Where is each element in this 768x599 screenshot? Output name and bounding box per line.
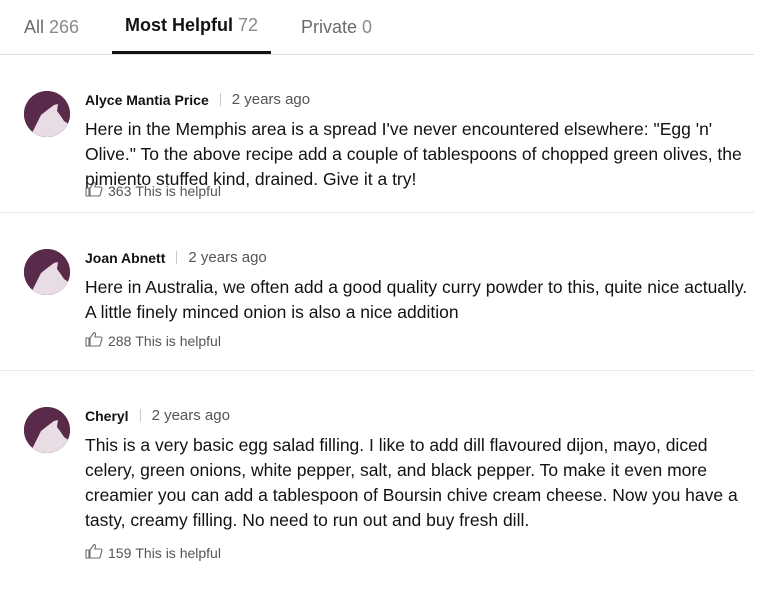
tab-all[interactable]: All 266	[24, 0, 79, 54]
meta-divider	[219, 93, 221, 106]
tab-most-helpful-count: 72	[238, 15, 259, 35]
comment-item: Joan Abnett 2 years ago Here in Australi…	[0, 213, 754, 371]
tab-all-count: 266	[49, 16, 80, 37]
comment-meta: Alyce Mantia Price 2 years ago	[85, 91, 310, 108]
comment-time: 2 years ago	[151, 407, 230, 424]
comment-author[interactable]: Joan Abnett	[85, 250, 165, 266]
helpful-count: 159	[108, 544, 132, 561]
helpful-count: 363	[108, 182, 132, 199]
comment-tabs: All 266 Most Helpful 72 Private 0	[0, 0, 754, 55]
comment-time: 2 years ago	[231, 91, 311, 108]
helpful-button[interactable]: 288 This is helpful	[85, 331, 221, 350]
thumbs-up-icon	[85, 181, 108, 200]
helpful-label: This is helpful	[135, 544, 221, 561]
helpful-count: 288	[108, 332, 132, 349]
comment-item: Cheryl 2 years ago This is a very basic …	[0, 371, 754, 596]
comment-body: Here in Australia, we often add a good q…	[85, 277, 748, 322]
comment-meta: Cheryl 2 years ago	[85, 407, 230, 424]
tab-private[interactable]: Private 0	[301, 0, 372, 54]
comment-author[interactable]: Cheryl	[85, 408, 129, 424]
user-avatar-icon[interactable]	[24, 91, 70, 137]
comment-author[interactable]: Alyce Mantia Price	[85, 92, 209, 108]
comment-body: This is a very basic egg salad filling. …	[85, 435, 738, 530]
user-avatar-icon[interactable]	[24, 407, 70, 453]
meta-divider	[139, 409, 141, 422]
thumbs-up-icon	[85, 331, 108, 350]
tab-most-helpful-label: Most Helpful	[125, 15, 233, 35]
tab-private-count: 0	[362, 16, 373, 37]
comment-item: Alyce Mantia Price 2 years ago Here in t…	[0, 55, 754, 213]
tab-most-helpful[interactable]: Most Helpful 72	[112, 0, 272, 54]
helpful-button[interactable]: 159 This is helpful	[85, 543, 221, 562]
helpful-label: This is helpful	[135, 182, 221, 199]
thumbs-up-icon	[85, 543, 108, 562]
helpful-button[interactable]: 363 This is helpful	[85, 181, 221, 200]
helpful-label: This is helpful	[135, 332, 221, 349]
meta-divider	[176, 251, 178, 264]
comment-time: 2 years ago	[188, 249, 267, 266]
comment-list: Alyce Mantia Price 2 years ago Here in t…	[0, 55, 768, 596]
comment-meta: Joan Abnett 2 years ago	[85, 249, 267, 266]
tab-private-label: Private	[301, 16, 358, 37]
tab-all-label: All	[24, 16, 45, 37]
user-avatar-icon[interactable]	[24, 249, 70, 295]
